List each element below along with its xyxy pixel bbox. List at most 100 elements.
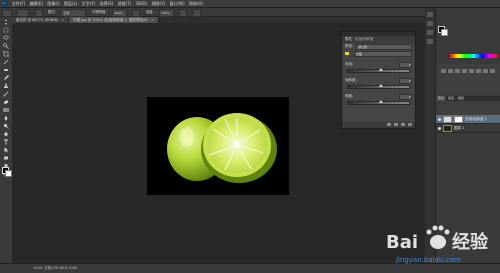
brush-size-picker[interactable] (17, 9, 30, 17)
vibrance-icon[interactable] (469, 69, 474, 73)
character-icon[interactable] (427, 30, 433, 35)
hue-slider-thumb[interactable] (378, 68, 383, 71)
reset-icon[interactable] (401, 123, 405, 126)
exposure-icon[interactable] (462, 69, 467, 73)
image-canvas[interactable] (147, 97, 289, 195)
layer-row[interactable]: 色相/饱和度 1 (436, 115, 500, 124)
lasso-tool[interactable] (2, 35, 10, 41)
tab-channels[interactable]: 通道 (446, 96, 456, 101)
tab-paths[interactable]: 路径 (456, 96, 466, 101)
brush-panel-toggle[interactable] (34, 9, 43, 17)
layer-name: 色相/饱和度 1 (465, 116, 488, 121)
flow-input[interactable]: 100% (159, 9, 175, 17)
channel-select[interactable]: 全图 (354, 50, 412, 57)
menu-edit[interactable]: 编辑(E) (29, 0, 43, 7)
menu-select[interactable]: 选择(S) (100, 0, 114, 7)
eye-icon[interactable] (394, 123, 398, 126)
menu-view[interactable]: 视图(V) (151, 0, 165, 7)
preset-label: 预设: (345, 44, 354, 48)
lime-image (167, 113, 277, 183)
levels-icon[interactable] (448, 69, 453, 73)
document-tab-bar: 新文件 @ 66.7% (RGB/8) × 柠檬.jpg @ 100% (色相/饱和… (12, 17, 425, 23)
preset-select[interactable]: 默认值 (356, 43, 412, 50)
saturation-input[interactable]: 0 (399, 77, 412, 84)
menu-file[interactable]: 文件(F) (12, 0, 25, 7)
lightness-slider[interactable] (347, 100, 410, 105)
type-icon (4, 139, 8, 145)
lightness-slider-thumb[interactable] (378, 100, 383, 103)
tool-preset-picker[interactable] (2, 9, 12, 17)
menu-layer[interactable]: 图层(L) (64, 0, 77, 7)
dodge-tool[interactable] (2, 123, 10, 129)
close-icon[interactable]: × (151, 18, 154, 22)
black-white-icon[interactable] (490, 69, 495, 73)
eraser-tool[interactable] (2, 99, 10, 105)
blur-tool[interactable] (2, 115, 10, 121)
brightness-icon[interactable] (441, 69, 446, 73)
drop-icon (4, 115, 8, 121)
menu-image[interactable]: 图像(I) (47, 0, 59, 7)
color-panel (436, 24, 500, 64)
history-icon[interactable] (427, 12, 433, 17)
channel-color-icon (345, 52, 349, 55)
menu-help[interactable]: 帮助(H) (189, 0, 203, 7)
layer-row[interactable]: 图层 1 (436, 124, 500, 133)
paragraph-icon[interactable] (427, 39, 433, 44)
color-balance-icon[interactable] (483, 69, 488, 73)
pen-tool[interactable] (2, 131, 10, 137)
trash-icon[interactable] (408, 123, 412, 126)
hue-saturation-icon[interactable] (476, 69, 481, 73)
shape-tool[interactable] (2, 155, 10, 161)
crop-tool[interactable] (2, 51, 10, 57)
type-tool[interactable] (2, 139, 10, 145)
quick-select-tool[interactable] (2, 43, 10, 49)
background-color-swatch[interactable] (5, 170, 12, 177)
path-select-tool[interactable] (2, 147, 10, 153)
curves-icon[interactable] (455, 69, 460, 73)
eyedropper-tool[interactable] (2, 59, 10, 65)
airbrush-toggle[interactable] (179, 9, 188, 17)
saturation-slider[interactable] (347, 84, 410, 89)
brush-presets-icon[interactable] (427, 21, 433, 26)
panel-name: 色相/饱和度 (355, 37, 374, 41)
history-brush-icon (3, 91, 9, 97)
dodge-icon (3, 123, 9, 129)
baidu-watermark: Bai 经验 jingyan.baidu.com (378, 218, 496, 270)
gradient-tool[interactable] (2, 107, 10, 113)
close-icon[interactable]: × (61, 18, 64, 22)
properties-footer (342, 122, 415, 128)
eye-icon[interactable] (438, 126, 441, 130)
menu-3d[interactable]: 3D(D) (135, 0, 147, 7)
mode-select[interactable]: 正常 (61, 9, 87, 17)
pen-icon (4, 131, 8, 137)
hue-input[interactable]: 0 (399, 61, 412, 68)
clone-stamp-tool[interactable] (2, 83, 10, 89)
eraser-icon (3, 100, 9, 105)
mode-label: 模式: (47, 10, 57, 14)
lightness-input[interactable]: 0 (399, 93, 412, 100)
healing-brush-tool[interactable] (2, 67, 10, 73)
eye-icon[interactable] (438, 117, 441, 121)
pressure-size-toggle[interactable] (192, 9, 201, 17)
menu-filter[interactable]: 滤镜(T) (117, 0, 131, 7)
arrow-icon (4, 147, 8, 153)
hue-slider[interactable] (347, 68, 410, 73)
layer-mask-thumbnail (454, 115, 463, 123)
saturation-slider-thumb[interactable] (378, 84, 383, 87)
document-tab-1[interactable]: 新文件 @ 66.7% (RGB/8) × (12, 17, 70, 23)
status-text: 100% 文档:291.8K/1.32M (33, 266, 77, 270)
move-tool[interactable] (2, 19, 10, 25)
pressure-opacity-toggle[interactable] (132, 9, 141, 17)
color-bg-swatch[interactable] (441, 29, 448, 36)
color-ramp[interactable] (450, 54, 498, 58)
menu-window[interactable]: 窗口(W) (170, 0, 185, 7)
tab-layers[interactable]: 图层 (436, 96, 447, 101)
clip-icon[interactable] (387, 123, 391, 126)
opacity-input[interactable]: 100% (112, 9, 128, 17)
marquee-tool[interactable] (2, 27, 10, 33)
history-brush-tool[interactable] (2, 91, 10, 97)
document-tab-2[interactable]: 柠檬.jpg @ 100% (色相/饱和度 1, 图层蒙版/8) × (69, 17, 159, 23)
menu-type[interactable]: 文字(Y) (82, 0, 96, 7)
brush-tool[interactable] (2, 75, 10, 81)
move-icon (5, 19, 7, 25)
